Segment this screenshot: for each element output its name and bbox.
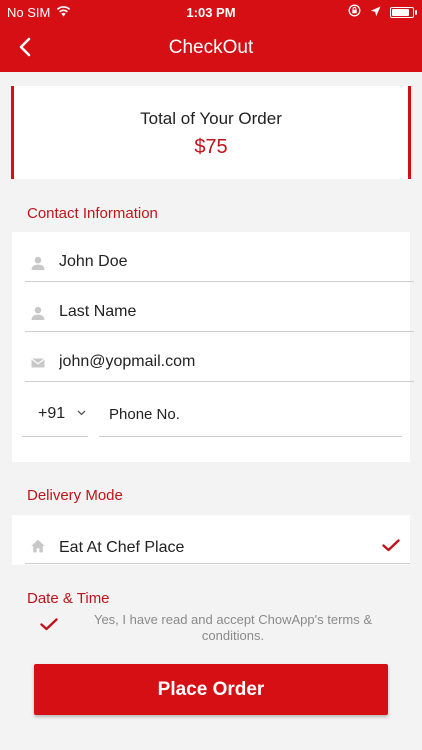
order-total-card: Total of Your Order $75	[11, 86, 411, 179]
date-time-section-title: Date & Time	[27, 590, 110, 607]
chevron-down-icon	[77, 410, 86, 416]
last-name-field	[25, 282, 414, 332]
phone-input[interactable]	[109, 399, 389, 429]
contact-section-title: Contact Information	[27, 205, 158, 222]
status-bar: No SIM 1:03 PM	[0, 0, 422, 26]
country-code-select[interactable]: +91	[22, 382, 88, 437]
order-total-amount: $75	[194, 136, 228, 158]
orientation-lock-icon	[348, 4, 361, 20]
checkmark-icon	[382, 539, 400, 552]
nav-bar: CheckOut	[0, 26, 422, 72]
last-name-input[interactable]	[59, 297, 399, 327]
home-icon	[31, 539, 45, 553]
checkmark-icon	[40, 618, 58, 631]
terms-text: Yes, I have read and accept ChowApp's te…	[93, 612, 373, 643]
first-name-input[interactable]	[59, 247, 399, 277]
location-arrow-icon	[370, 5, 381, 20]
envelope-icon	[31, 358, 45, 368]
battery-icon	[390, 6, 417, 18]
person-icon	[31, 306, 45, 320]
page-title: CheckOut	[168, 37, 254, 58]
email-field	[25, 332, 414, 382]
person-icon	[31, 256, 45, 270]
app-header: No SIM 1:03 PM CheckOut	[0, 0, 422, 72]
delivery-card: Eat At Chef Place	[12, 515, 410, 565]
order-total-label: Total of Your Order	[140, 109, 282, 128]
terms-checkbox[interactable]: Yes, I have read and accept ChowApp's te…	[38, 612, 398, 648]
checkout-screen: No SIM 1:03 PM CheckOut Total of Your Or…	[0, 0, 422, 750]
place-order-button[interactable]: Place Order	[34, 664, 388, 715]
first-name-field	[25, 232, 414, 282]
delivery-section-title: Delivery Mode	[27, 487, 123, 504]
contact-card: +91	[12, 232, 414, 462]
battery-fill	[392, 8, 410, 16]
delivery-option-label: Eat At Chef Place	[59, 539, 185, 556]
email-input[interactable]	[59, 347, 399, 377]
status-right	[348, 4, 417, 20]
phone-field	[99, 382, 402, 437]
delivery-option-eat-at-chef-place[interactable]: Eat At Chef Place	[25, 515, 410, 564]
country-code-value: +91	[38, 405, 66, 422]
